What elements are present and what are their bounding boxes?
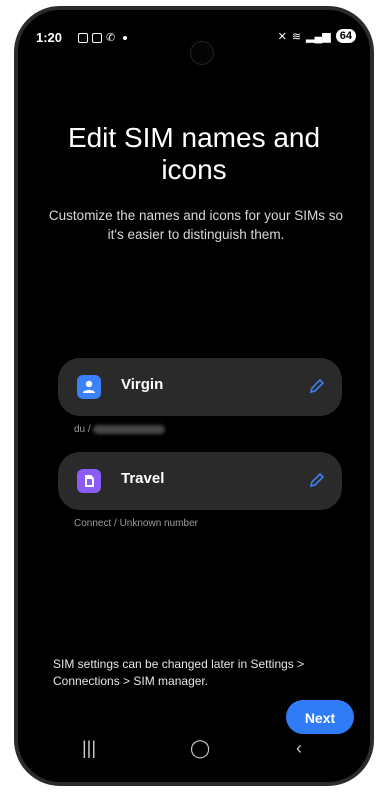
redacted-number	[92, 424, 165, 434]
recents-icon[interactable]: |||	[82, 738, 96, 759]
more-notifications-icon	[123, 35, 128, 40]
sim-card-virgin[interactable]: Virgin	[58, 358, 342, 416]
phone-frame: 1:20 ✆ ✕ ≋ ▂▄▆ 64 Edit SIM names and ico…	[14, 6, 374, 786]
person-icon	[77, 375, 101, 399]
screen: 1:20 ✆ ✕ ≋ ▂▄▆ 64 Edit SIM names and ico…	[18, 10, 370, 782]
page-title: Edit SIM names and icons	[67, 122, 321, 185]
screenshot-icon	[78, 32, 88, 43]
home-icon[interactable]: ◯	[190, 738, 210, 759]
footer-note: SIM settings can be changed later in Set…	[53, 657, 305, 688]
front-camera	[190, 41, 214, 65]
sim-name: Travel	[121, 470, 165, 487]
edit-pencil-icon[interactable]	[308, 471, 326, 489]
page-description: Customize the names and icons for your S…	[48, 208, 344, 242]
battery-icon: 64	[335, 29, 356, 43]
sim-name: Virgin	[121, 376, 164, 393]
back-icon[interactable]: ‹	[296, 738, 302, 759]
notification-icons: ✆	[78, 31, 128, 44]
next-button[interactable]: Next	[286, 700, 354, 734]
wifi-icon: ≋	[291, 30, 302, 43]
signal-icon: ▂▄▆	[306, 30, 331, 43]
sim-subtitle: du /	[74, 424, 165, 435]
status-time: 1:20	[36, 30, 63, 45]
sim-card-icon	[77, 469, 101, 493]
sim-subtitle: Connect / Unknown number	[74, 518, 198, 529]
mute-icon: ✕	[277, 30, 287, 43]
system-icons: ✕ ≋ ▂▄▆ 64	[278, 29, 356, 43]
gallery-icon	[92, 32, 102, 43]
edit-pencil-icon[interactable]	[308, 377, 326, 395]
navigation-bar: ||| ◯ ‹	[18, 734, 370, 764]
call-icon: ✆	[106, 32, 116, 44]
sim-card-travel[interactable]: Travel	[58, 452, 342, 510]
